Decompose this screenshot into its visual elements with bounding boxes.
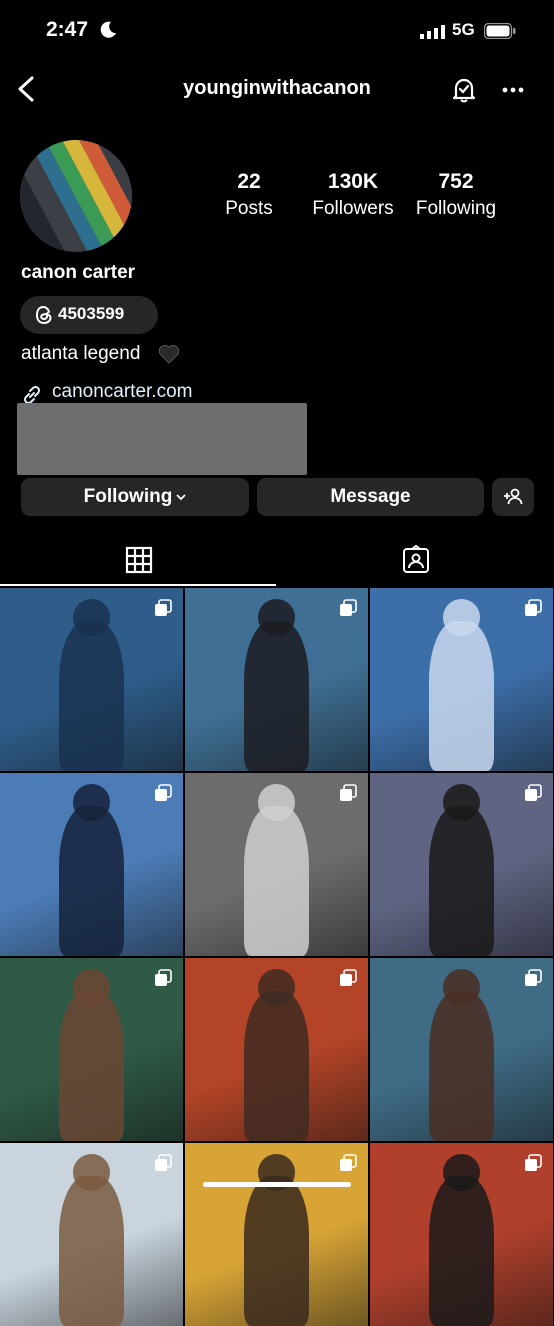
post-subject xyxy=(428,805,495,956)
posts-grid-tab-icon[interactable] xyxy=(125,546,153,574)
cellular-signal-icon xyxy=(420,25,445,39)
carousel-icon xyxy=(340,599,357,616)
bio-text: atlanta legend xyxy=(21,343,141,364)
profile-avatar[interactable] xyxy=(20,140,132,252)
grid-post[interactable] xyxy=(0,958,183,1141)
threads-icon xyxy=(35,305,52,325)
grid-post[interactable] xyxy=(185,958,368,1141)
carousel-icon xyxy=(155,969,172,986)
carousel-icon xyxy=(155,1154,172,1171)
stat-following[interactable]: 752 Following xyxy=(401,170,511,220)
post-subject xyxy=(58,805,125,956)
grid-post[interactable] xyxy=(0,1143,183,1326)
grid-post[interactable] xyxy=(370,958,553,1141)
active-tab-indicator xyxy=(0,584,276,586)
following-button-label: Following xyxy=(83,486,173,507)
suggested-users-button[interactable] xyxy=(492,478,534,516)
grid-post[interactable] xyxy=(370,1143,553,1326)
post-subject-head xyxy=(443,783,480,821)
notification-bell-icon[interactable] xyxy=(450,76,478,104)
network-type: 5G xyxy=(452,20,475,39)
post-subject-head xyxy=(443,1153,480,1191)
post-subject-head xyxy=(73,783,110,821)
carousel-icon xyxy=(525,784,542,801)
stat-followers[interactable]: 130K Followers xyxy=(298,170,408,220)
grid-post[interactable] xyxy=(185,588,368,771)
post-subject-head xyxy=(443,968,480,1006)
stat-following-label: Following xyxy=(415,198,497,219)
grid-post[interactable] xyxy=(370,588,553,771)
carousel-icon xyxy=(155,784,172,801)
grid-post[interactable] xyxy=(185,1143,368,1326)
message-button-label: Message xyxy=(330,486,411,507)
carousel-icon xyxy=(525,969,542,986)
display-name: canon carter xyxy=(21,262,136,283)
grid-post[interactable] xyxy=(0,773,183,956)
post-subject-head xyxy=(73,968,110,1006)
post-subject xyxy=(243,620,310,771)
battery-icon xyxy=(484,23,516,39)
message-button[interactable]: Message xyxy=(257,478,484,516)
profile-link[interactable]: canoncarter.com xyxy=(52,381,192,403)
post-subject xyxy=(428,990,495,1141)
post-subject-head xyxy=(443,598,480,636)
post-subject xyxy=(58,1175,125,1326)
post-subject xyxy=(58,620,125,771)
stat-posts-value: 22 xyxy=(237,170,261,193)
post-subject xyxy=(428,620,495,771)
add-person-icon xyxy=(504,488,523,505)
post-subject xyxy=(428,1175,495,1326)
post-subject-head xyxy=(73,598,110,636)
status-time: 2:47 xyxy=(46,18,89,41)
stat-posts-label: Posts xyxy=(225,198,273,219)
grid-post[interactable] xyxy=(185,773,368,956)
moon-icon xyxy=(100,21,116,38)
post-subject-head xyxy=(73,1153,110,1191)
chevron-down-icon xyxy=(176,494,186,501)
grid-post[interactable] xyxy=(370,773,553,956)
carousel-icon xyxy=(340,969,357,986)
black-heart-icon xyxy=(158,345,180,364)
post-subject xyxy=(58,990,125,1141)
post-subject-head xyxy=(258,968,295,1006)
stat-following-value: 752 xyxy=(438,170,474,193)
carousel-icon xyxy=(525,1154,542,1171)
post-subject xyxy=(243,990,310,1141)
tagged-tab-icon[interactable] xyxy=(401,545,431,575)
carousel-icon xyxy=(155,599,172,616)
following-button[interactable]: Following xyxy=(21,478,249,516)
post-subject-head xyxy=(258,598,295,636)
redacted-block xyxy=(17,403,307,475)
home-indicator xyxy=(203,1182,351,1187)
stat-posts[interactable]: 22 Posts xyxy=(194,170,304,220)
carousel-icon xyxy=(340,784,357,801)
carousel-icon xyxy=(340,1154,357,1171)
post-subject-head xyxy=(258,783,295,821)
post-subject xyxy=(243,805,310,956)
stat-followers-label: Followers xyxy=(312,198,394,219)
post-subject xyxy=(243,1175,310,1326)
carousel-icon xyxy=(525,599,542,616)
threads-count: 4503599 xyxy=(58,304,125,323)
grid-post[interactable] xyxy=(0,588,183,771)
stat-followers-value: 130K xyxy=(327,170,379,193)
more-options-icon[interactable] xyxy=(500,80,526,100)
